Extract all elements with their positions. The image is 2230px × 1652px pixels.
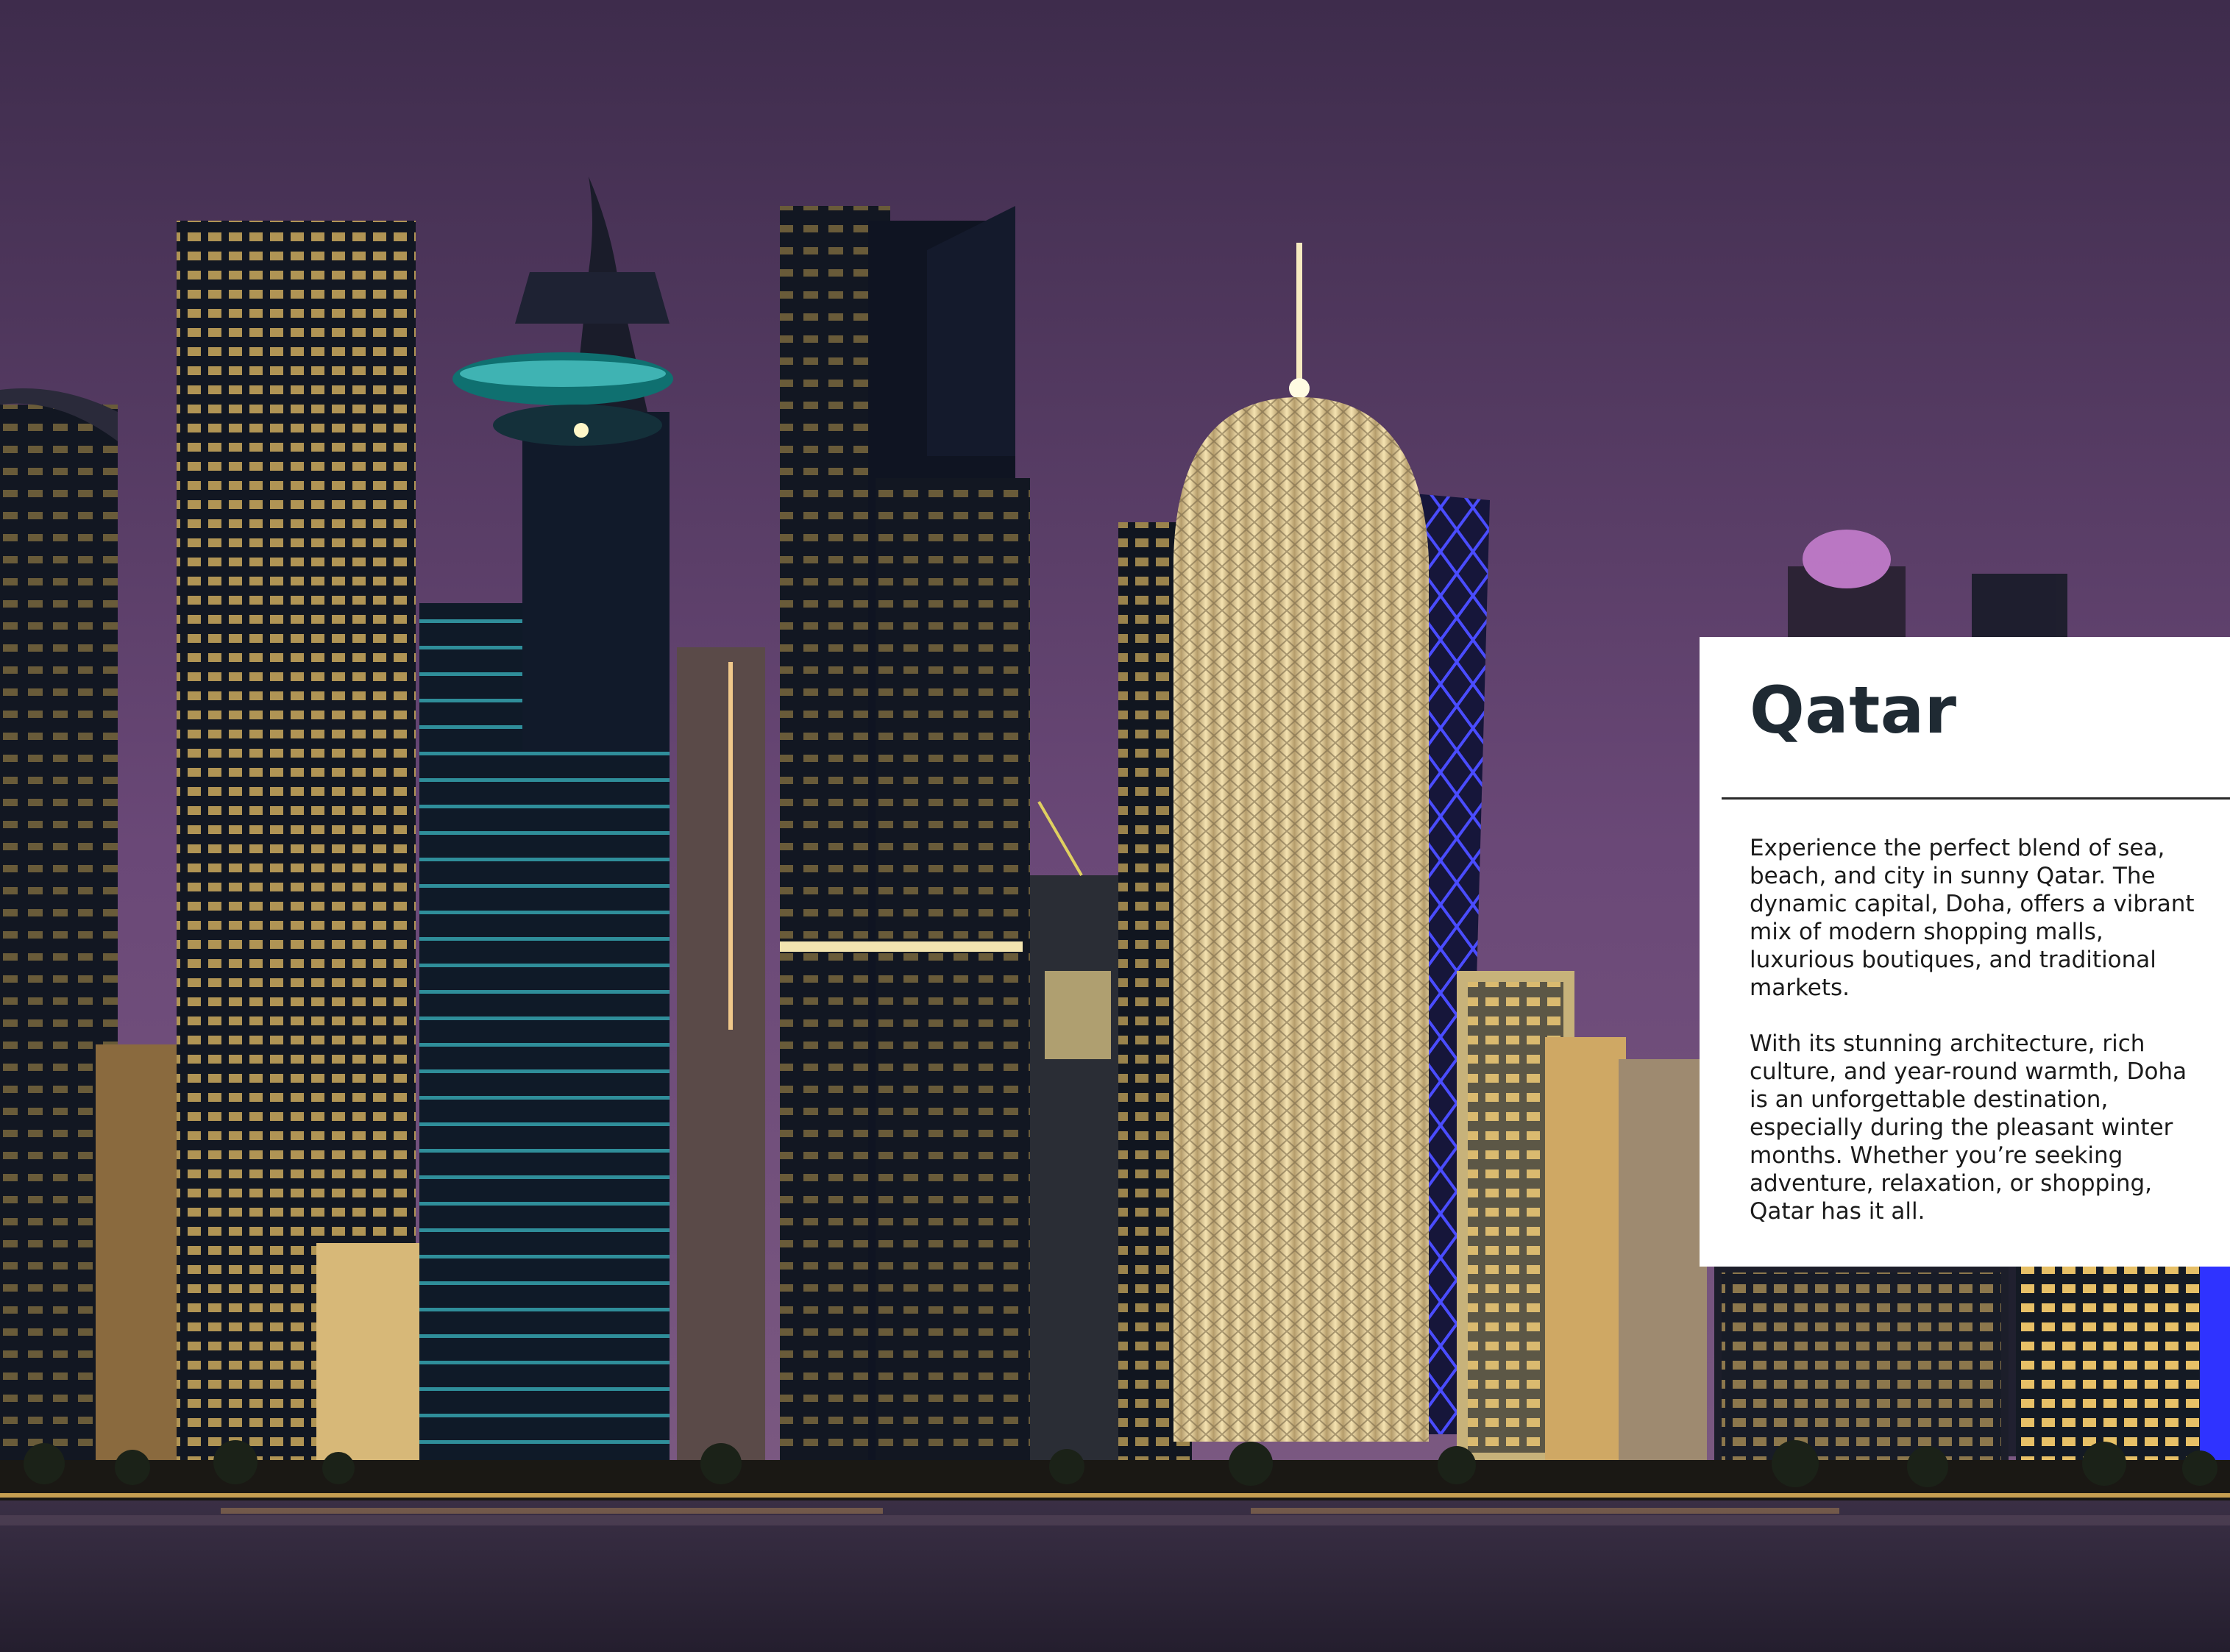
description-paragraph-1: Experience the perfect blend of sea, bea… — [1750, 835, 2195, 1001]
title-divider — [1722, 797, 2230, 800]
description-paragraph-2: With its stunning architecture, rich cul… — [1750, 1030, 2187, 1225]
destination-description: Experience the perfect blend of sea, bea… — [1750, 834, 2206, 1253]
destination-info-card: Qatar Experience the perfect blend of se… — [1700, 637, 2230, 1267]
destination-title: Qatar — [1750, 672, 1957, 748]
